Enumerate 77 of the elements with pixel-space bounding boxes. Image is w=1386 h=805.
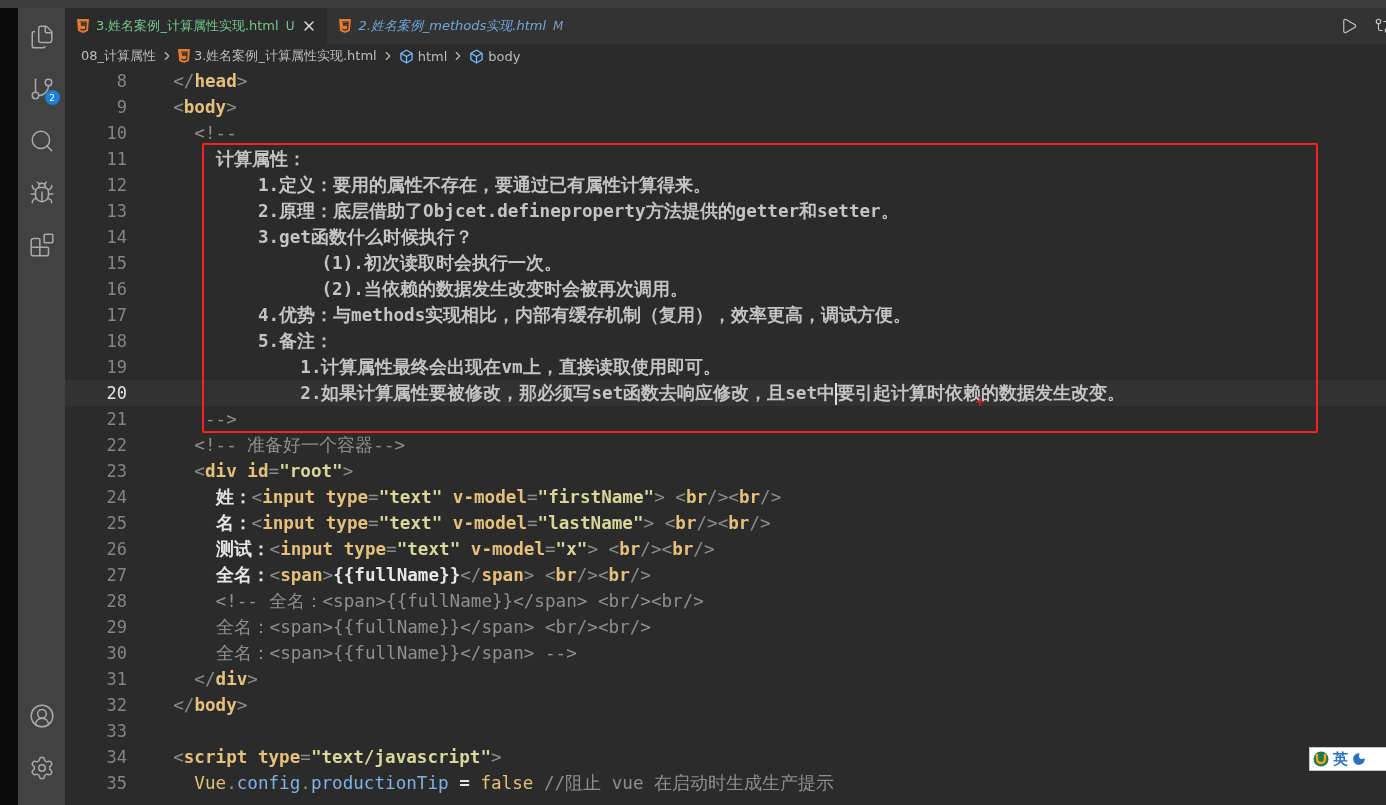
line-number: 30	[105, 643, 127, 663]
account-icon[interactable]	[28, 703, 55, 729]
code-line: 4.优势：与methods实现相比，内部有缓存机制（复用），效率更高，调试方便。	[256, 304, 912, 327]
code-line: <script type="text/javascript">	[172, 747, 502, 767]
input-method-widget[interactable]: 英	[1309, 747, 1386, 771]
input-method-logo-icon	[1313, 751, 1329, 767]
line-number: 12	[105, 175, 127, 195]
code-line: 5.备注：	[256, 330, 334, 353]
code-line: 全名：<span>{{fullName}}</span> -->	[214, 642, 577, 665]
html-file-icon	[178, 49, 191, 63]
code-line: (2).当依赖的数据发生改变时会被再次调用。	[320, 278, 688, 301]
html-file-icon	[77, 19, 89, 33]
line-number: 33	[105, 721, 127, 741]
code-line: 2.如果计算属性要被修改，那必须写set函数去响应修改，且set中 要引起计算时依赖的数据发生改变。	[299, 382, 1126, 405]
code-line: 全名：<span>{{fullName}}</span> <br/><br/>	[214, 564, 651, 587]
files-icon[interactable]	[28, 24, 55, 50]
line-number: 28	[105, 591, 127, 611]
line-number: 25	[105, 513, 127, 533]
html-file-icon	[339, 19, 352, 33]
line-number: 22	[105, 435, 127, 455]
cube-icon	[398, 48, 414, 64]
code-line: 1.计算属性最终会出现在vm上，直接读取使用即可。	[299, 356, 721, 379]
settings-icon[interactable]	[28, 755, 55, 781]
line-number: 26	[105, 539, 127, 559]
line-number: 35	[105, 773, 127, 793]
code-line: (1).初次读取时会执行一次。	[320, 252, 562, 275]
line-number: 15	[105, 253, 127, 273]
line-number: 23	[105, 461, 127, 481]
code-line: </head>	[172, 71, 248, 91]
code-line: 计算属性：	[214, 148, 306, 171]
code-line: <div id="root">	[193, 461, 354, 481]
run-icon[interactable]	[1340, 17, 1358, 35]
line-number: 18	[105, 331, 127, 351]
code-line: 名：<input type="text" v-model="lastName"> <br/><br/>	[214, 512, 771, 535]
breadcrumb-item[interactable]: body	[488, 48, 521, 64]
line-number: 14	[105, 227, 127, 247]
editor-tab[interactable]: 3.姓名案例_计算属性实现.html U	[65, 8, 328, 44]
code-line: <!-- 准备好一个容器-->	[193, 434, 406, 457]
source-control-icon[interactable]	[28, 76, 55, 102]
line-number: 21	[105, 409, 127, 429]
line-number: 34	[105, 747, 127, 767]
line-number: 8	[115, 71, 127, 91]
code-line: 姓：<input type="text" v-model="firstName"> <br/><br/>	[214, 486, 782, 509]
code-line: <!-- 全名：<span>{{fullName}}</span> <br/><br/>	[214, 590, 704, 613]
line-number: 16	[105, 279, 127, 299]
breadcrumb-item[interactable]: html	[417, 48, 448, 64]
notification-badge: 2	[44, 90, 60, 105]
line-number: 31	[105, 669, 127, 689]
line-number: 17	[105, 305, 127, 325]
code-line: 3.get函数什么时候执行？	[256, 226, 473, 249]
line-number: 24	[105, 487, 127, 507]
line-number: 19	[105, 357, 127, 377]
line-number: 11	[105, 149, 127, 169]
line-number: 29	[105, 617, 127, 637]
line-number: 10	[105, 123, 127, 143]
code-line: Vue.config.productionTip = false //阻止 vue 在启动时生成生产提示	[193, 772, 835, 795]
code-line: 全名：<span>{{fullName}}</span> <br/><br/>	[214, 616, 651, 639]
code-line: <!--	[193, 123, 237, 143]
code-line: 1.定义：要用的属性不存在，要通过已有属性计算得来。	[256, 174, 712, 197]
run-debug-icon[interactable]	[28, 180, 55, 206]
code-line: 测试：<input type="text" v-model="x"> <br/><br/>	[214, 538, 715, 561]
breadcrumb-item[interactable]: 08_计算属性	[81, 47, 157, 65]
code-line: 2.原理：底层借助了Objcet.defineproperty方法提供的getter和setter。	[256, 200, 899, 223]
breadcrumb-item[interactable]: 3.姓名案例_计算属性实现.html	[194, 47, 377, 65]
moon-icon	[1352, 752, 1366, 766]
line-number: 27	[105, 565, 127, 585]
line-number: 9	[115, 97, 127, 117]
cube-icon	[469, 48, 485, 64]
line-number: 20	[105, 383, 127, 403]
line-number: 13	[105, 201, 127, 221]
code-line: <body>	[172, 97, 237, 117]
extensions-icon[interactable]	[28, 232, 55, 258]
code-line: </div>	[193, 669, 258, 689]
line-number: 32	[105, 695, 127, 715]
code-line: </body>	[172, 695, 248, 715]
code-line: -->	[203, 409, 237, 429]
editor-tab[interactable]: 2.姓名案例_methods实现.html M	[327, 8, 574, 44]
